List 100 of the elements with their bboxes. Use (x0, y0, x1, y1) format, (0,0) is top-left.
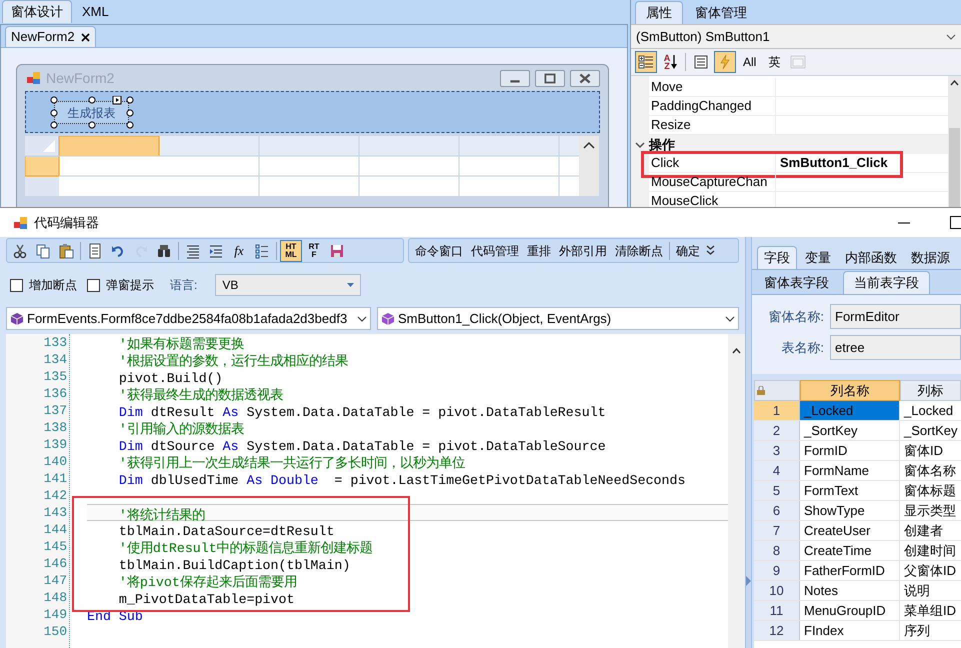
chevron-up-icon[interactable] (950, 80, 959, 86)
row-header[interactable]: 8 (754, 541, 800, 560)
maximize-icon[interactable] (950, 216, 961, 229)
tab[interactable]: 窗体设计 (2, 0, 72, 23)
scrollbar[interactable] (728, 334, 745, 648)
input-field[interactable]: etree (830, 335, 961, 360)
language-dropdown[interactable]: VB (215, 274, 362, 296)
maximize-icon[interactable] (535, 70, 565, 86)
tab[interactable]: 窗体管理 (685, 1, 757, 24)
tab[interactable]: 内部函数 (839, 246, 903, 269)
table-cell: FatherFormID (800, 561, 900, 580)
chevron-down-icon (946, 34, 956, 40)
toolbar-button[interactable]: 代码管理 (467, 240, 523, 262)
field-label: 窗体名称: (767, 308, 825, 326)
rtf-button[interactable]: RTF (303, 240, 325, 262)
code-line: '如果有标题需要更换 (118, 337, 244, 352)
scrollbar[interactable] (948, 76, 961, 210)
toolbar-button[interactable]: 重排 (523, 240, 555, 262)
field-label: 语言: (170, 277, 198, 294)
row-header[interactable]: 4 (754, 461, 800, 480)
code-line: pivot.Build() (118, 371, 223, 386)
document-tab[interactable]: NewForm2 (5, 26, 96, 47)
code-line: '获得引用上一次生成结果一共运行了多长时间，以秒为单位 (118, 456, 465, 471)
column-header[interactable]: 列名称 (800, 380, 900, 401)
toolbar-button[interactable]: 英 (763, 51, 786, 73)
row-header[interactable]: 9 (754, 561, 800, 580)
column-header[interactable]: 列标 (900, 380, 961, 401)
line-number: 145 (44, 538, 67, 555)
table-cell: FormText (800, 481, 900, 500)
tab[interactable]: XML (74, 0, 117, 23)
line-number: 150 (44, 623, 67, 640)
table-cell-text: _SortKey (902, 422, 958, 440)
checkbox[interactable] (87, 278, 100, 292)
method-selector[interactable]: SmButton1_Click(Object, EventArgs) (377, 307, 739, 330)
toolbar-button[interactable]: All (738, 51, 762, 73)
tab[interactable]: 字段 (757, 246, 797, 269)
row-header[interactable]: 7 (754, 521, 800, 540)
tab[interactable]: 变量 (799, 246, 837, 269)
toolbar-button[interactable] (635, 51, 657, 73)
row-header[interactable]: 5 (754, 481, 800, 500)
line-number: 146 (44, 555, 67, 572)
table-cell: CreateTime (800, 541, 900, 560)
chevron-up-icon[interactable] (732, 348, 741, 354)
save-icon (329, 242, 345, 258)
overflow-icon[interactable] (706, 244, 715, 256)
row-header[interactable]: 12 (754, 621, 800, 640)
table-cell: FormName (800, 461, 900, 480)
row-header[interactable]: 1 (754, 401, 800, 420)
line-number: 137 (44, 402, 67, 419)
toolbar-button[interactable]: 外部引用 (555, 240, 611, 262)
toolbar-button[interactable]: 命令窗口 (411, 240, 467, 262)
code-line: Dim dtSource As System.Data.DataTable = pivot.DataTableSource (118, 439, 606, 454)
tab-label: NewForm2 (11, 28, 75, 46)
line-number: 133 (44, 334, 67, 351)
row-header[interactable]: 3 (754, 441, 800, 460)
window-icon (27, 71, 41, 85)
chevron-down-icon[interactable] (635, 140, 645, 150)
row-header[interactable]: 2 (754, 421, 800, 440)
minimize-icon[interactable] (500, 70, 530, 86)
line-number: 142 (44, 487, 67, 504)
table-cell-text: 显示类型 (903, 502, 957, 520)
close-icon[interactable] (80, 32, 90, 42)
html-button[interactable]: HTML (280, 240, 302, 262)
code-line: Dim dblUsedTime As Double = pivot.LastTimeGetPivotDataTableNeedSeconds (118, 473, 686, 488)
function-button[interactable]: fx (228, 240, 250, 262)
tab[interactable]: 属性 (635, 1, 683, 24)
sort-button[interactable]: AZ (659, 51, 681, 73)
checkbox-label: 增加断点 (29, 277, 77, 294)
form-button[interactable]: 生成报表 (54, 101, 129, 124)
property-name: Move (649, 78, 776, 97)
class-selector[interactable]: FormEvents.Formf8ce7ddbe2584fa08b1afada2d3bedf3 (6, 307, 371, 330)
binoculars-icon (156, 242, 172, 258)
tab[interactable]: 当前表字段 (843, 271, 930, 294)
toolbar-button[interactable]: 清除断点 (611, 240, 667, 262)
tab[interactable]: 数据源 (905, 246, 956, 269)
line-number: 134 (44, 351, 67, 368)
row-header[interactable]: 6 (754, 501, 800, 520)
close-icon[interactable] (570, 70, 600, 86)
tab[interactable]: 窗体表字段 (754, 271, 839, 294)
code-line: m_PivotDataTable=pivot (118, 592, 294, 607)
field-label: 表名称: (780, 338, 825, 357)
table-cell: CreateUser (800, 521, 900, 540)
chevron-down-icon[interactable] (357, 316, 367, 322)
checkbox-label: 弹窗提示 (106, 277, 154, 294)
object-selector[interactable]: (SmButton) SmButton1 (631, 24, 961, 49)
row-header[interactable]: 10 (754, 581, 800, 600)
categorized-icon (638, 54, 654, 70)
chevron-down-icon[interactable] (725, 316, 735, 322)
table-cell: MenuGroupID (800, 601, 900, 620)
line-number: 140 (44, 453, 67, 470)
table-cell: FIndex (800, 621, 900, 640)
toolbar-button[interactable]: 确定 (672, 240, 704, 262)
row-header[interactable]: 11 (754, 601, 800, 620)
line-number: 143 (44, 504, 67, 521)
code-line: '将统计结果的 (118, 508, 205, 523)
checkbox[interactable] (10, 278, 23, 292)
table-cell-text: 窗体标题 (903, 482, 957, 500)
input-field[interactable]: FormEditor (830, 304, 961, 329)
line-number: 141 (44, 470, 67, 487)
table-cell-text: 创建者 (903, 522, 944, 540)
